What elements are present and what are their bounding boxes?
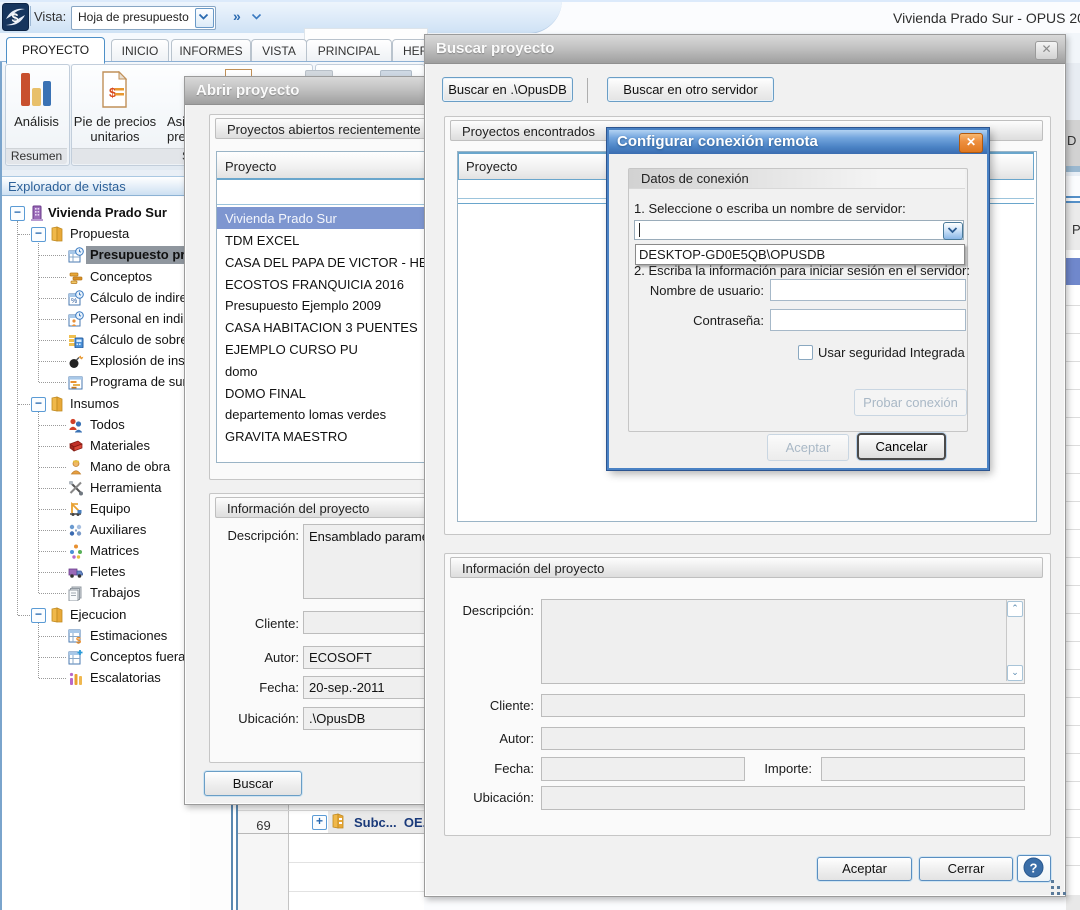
svg-text:?: ? — [1030, 861, 1038, 876]
svg-text:$: $ — [76, 636, 81, 645]
svg-text:$: $ — [12, 11, 19, 25]
svg-text:%: % — [71, 298, 77, 305]
svg-text:$: $ — [109, 85, 117, 100]
